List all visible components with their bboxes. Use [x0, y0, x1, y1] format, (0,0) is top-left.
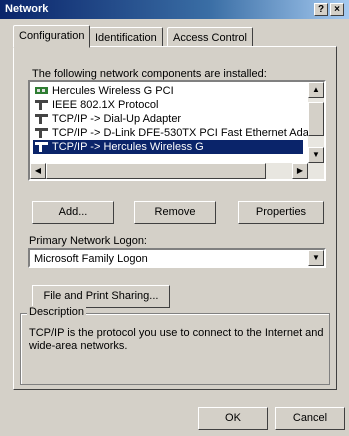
scroll-down-icon[interactable]: ▼: [308, 147, 324, 163]
components-label: The following network components are ins…: [32, 68, 267, 80]
list-item[interactable]: TCP/IP -> D-Link DFE-530TX PCI Fast Ethe…: [33, 126, 324, 140]
list-item[interactable]: Hercules Wireless G PCI: [33, 84, 303, 98]
cancel-button[interactable]: Cancel: [275, 407, 345, 430]
title-bar: Network ? ×: [0, 0, 349, 19]
components-list[interactable]: Hercules Wireless G PCI IEEE 802.1X Prot…: [28, 80, 326, 181]
chevron-down-icon[interactable]: ▼: [308, 250, 324, 266]
description-text: TCP/IP is the protocol you use to connec…: [29, 327, 324, 352]
scroll-left-icon[interactable]: ◀: [30, 163, 46, 179]
primary-logon-value: Microsoft Family Logon: [34, 253, 148, 265]
add-button[interactable]: Add...: [32, 201, 114, 224]
primary-logon-select[interactable]: Microsoft Family Logon ▼: [28, 248, 326, 268]
scroll-up-icon[interactable]: ▲: [308, 82, 324, 98]
tab-identification[interactable]: Identification: [89, 27, 163, 47]
list-item[interactable]: TCP/IP -> Dial-Up Adapter: [33, 112, 303, 126]
list-item-selected[interactable]: TCP/IP -> Hercules Wireless G: [33, 140, 303, 154]
description-title: Description: [27, 306, 87, 318]
window-title: Network: [5, 3, 49, 15]
protocol-icon: [35, 142, 49, 152]
tab-configuration[interactable]: Configuration: [13, 25, 91, 48]
network-adapter-icon: [35, 86, 49, 96]
vertical-scrollbar[interactable]: ▲ ▼: [308, 82, 324, 163]
scroll-thumb[interactable]: [308, 102, 324, 136]
description-group: Description TCP/IP is the protocol you u…: [20, 306, 330, 385]
file-print-sharing-button[interactable]: File and Print Sharing...: [32, 285, 170, 308]
tab-access-control[interactable]: Access Control: [167, 27, 253, 47]
primary-logon-label: Primary Network Logon:: [29, 235, 147, 247]
close-button[interactable]: ×: [330, 3, 344, 16]
scroll-thumb-h[interactable]: [46, 163, 266, 179]
properties-button[interactable]: Properties: [238, 201, 324, 224]
protocol-icon: [35, 128, 49, 138]
remove-button[interactable]: Remove: [134, 201, 216, 224]
protocol-icon: [35, 114, 49, 124]
scroll-right-icon[interactable]: ▶: [292, 163, 308, 179]
list-item[interactable]: IEEE 802.1X Protocol: [33, 98, 303, 112]
protocol-icon: [35, 100, 49, 110]
ok-button[interactable]: OK: [198, 407, 268, 430]
help-button[interactable]: ?: [314, 3, 328, 16]
horizontal-scrollbar[interactable]: ◀ ▶: [30, 163, 324, 179]
